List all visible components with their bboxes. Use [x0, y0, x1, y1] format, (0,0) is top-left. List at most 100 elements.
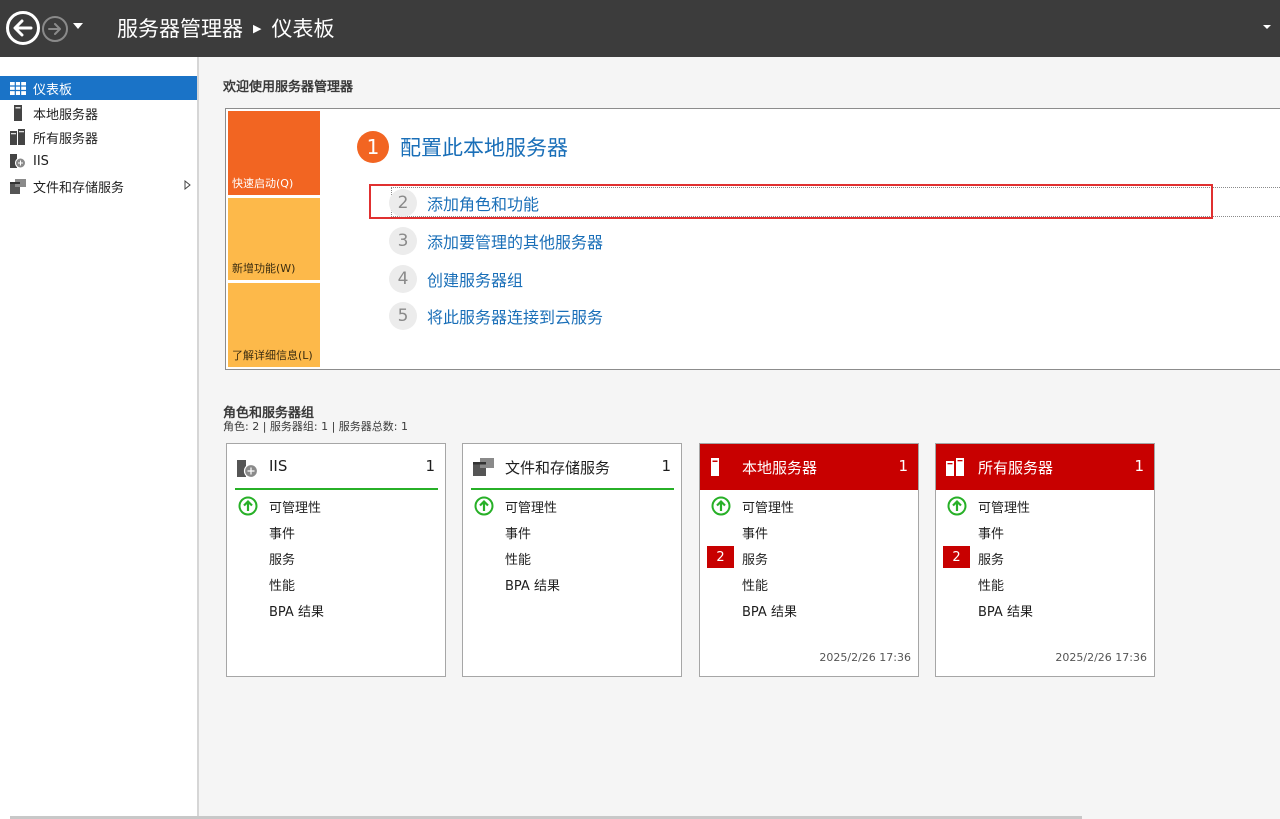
sidebar: 仪表板 本地服务器 所有服务器 IIS 文件和存储服务	[0, 57, 199, 819]
tile-header[interactable]: 所有服务器 1	[936, 444, 1154, 490]
step-connect-cloud[interactable]: 5 将此服务器连接到云服务	[389, 302, 603, 330]
sidebar-item-iis[interactable]: IIS	[0, 149, 197, 173]
tile-row-services[interactable]: 服务	[269, 549, 295, 568]
step-label: 添加要管理的其他服务器	[427, 233, 604, 252]
all-servers-icon	[9, 129, 27, 145]
status-ok-icon	[711, 496, 731, 516]
roles-summary: 角色: 2 | 服务器组: 1 | 服务器总数: 1	[223, 420, 409, 433]
tile-count: 1	[898, 457, 908, 475]
tile-timestamp: 2025/2/26 17:36	[1055, 651, 1147, 664]
breadcrumb-separator-icon: ▶	[253, 21, 262, 35]
sidebar-item-file-storage[interactable]: 文件和存储服务	[0, 174, 197, 198]
tile-row-bpa[interactable]: BPA 结果	[978, 601, 1033, 620]
tile-header[interactable]: 本地服务器 1	[700, 444, 918, 490]
role-tile-file-storage[interactable]: 文件和存储服务 1 可管理性 事件 性能 BPA 结果	[462, 443, 682, 677]
chevron-down-icon[interactable]	[1262, 24, 1272, 30]
step-label: 添加角色和功能	[427, 195, 540, 214]
file-storage-icon	[9, 178, 27, 194]
tile-row-manageability[interactable]: 可管理性	[505, 497, 557, 516]
tile-title: 文件和存储服务	[505, 459, 611, 477]
sidebar-item-label: 本地服务器	[33, 107, 99, 123]
step-label: 配置此本地服务器	[400, 136, 568, 160]
tile-row-events[interactable]: 事件	[742, 523, 768, 542]
step-add-servers[interactable]: 3 添加要管理的其他服务器	[389, 227, 603, 255]
role-tile-all-servers[interactable]: 所有服务器 1 可管理性 事件 2 服务 性能 BPA 结果 2025/2/26…	[935, 443, 1155, 677]
forward-button[interactable]	[42, 16, 68, 42]
all-servers-icon	[946, 458, 964, 476]
tile-count: 1	[425, 457, 435, 475]
step-number: 2	[389, 189, 417, 217]
role-tile-local-server[interactable]: 本地服务器 1 可管理性 事件 2 服务 性能 BPA 结果 2025/2/26…	[699, 443, 919, 677]
sidebar-item-dashboard[interactable]: 仪表板	[0, 76, 197, 100]
tile-timestamp: 2025/2/26 17:36	[819, 651, 911, 664]
sidebar-item-label: 文件和存储服务	[33, 180, 125, 196]
tile-label: 了解详细信息(L)	[232, 349, 313, 362]
iis-icon	[237, 460, 259, 478]
local-server-icon	[9, 105, 27, 121]
tile-row-manageability[interactable]: 可管理性	[742, 497, 794, 516]
tile-row-manageability[interactable]: 可管理性	[978, 497, 1030, 516]
tile-quick-start[interactable]: 快速启动(Q)	[228, 111, 320, 195]
title-bar: 服务器管理器 ▶ 仪表板	[0, 0, 1280, 57]
expand-arrow-icon[interactable]	[184, 180, 191, 190]
tile-title: 所有服务器	[978, 459, 1054, 477]
welcome-panel: 快速启动(Q) 新增功能(W) 了解详细信息(L) 1 配置此本地服务器 2 添…	[225, 108, 1280, 370]
iis-icon	[9, 153, 27, 169]
file-storage-icon	[473, 458, 494, 476]
step-add-roles-features[interactable]: 2 添加角色和功能	[389, 189, 539, 217]
step-configure-local-server[interactable]: 1 配置此本地服务器	[357, 131, 568, 163]
step-number: 4	[389, 265, 417, 293]
role-tile-iis[interactable]: IIS 1 可管理性 事件 服务 性能 BPA 结果	[226, 443, 446, 677]
tile-row-events[interactable]: 事件	[978, 523, 1004, 542]
arrow-right-icon	[48, 23, 61, 35]
error-count-badge[interactable]: 2	[943, 546, 970, 568]
dashboard-icon	[9, 80, 27, 96]
back-button[interactable]	[6, 11, 40, 45]
tile-row-performance[interactable]: 性能	[505, 549, 531, 568]
status-ok-icon	[474, 496, 494, 516]
tile-count: 1	[1134, 457, 1144, 475]
local-server-icon	[711, 458, 719, 476]
tile-label: 快速启动(Q)	[232, 177, 294, 190]
tile-row-performance[interactable]: 性能	[742, 575, 768, 594]
step-number: 5	[389, 302, 417, 330]
welcome-title: 欢迎使用服务器管理器	[223, 80, 354, 95]
sidebar-item-all-servers[interactable]: 所有服务器	[0, 125, 197, 149]
error-count-badge[interactable]: 2	[707, 546, 734, 568]
tile-row-events[interactable]: 事件	[269, 523, 295, 542]
tile-count: 1	[661, 457, 671, 475]
tile-row-events[interactable]: 事件	[505, 523, 531, 542]
tile-header[interactable]: IIS 1	[235, 444, 438, 490]
tile-row-bpa[interactable]: BPA 结果	[742, 601, 797, 620]
tile-learn-more[interactable]: 了解详细信息(L)	[228, 283, 320, 367]
breadcrumb: 服务器管理器 ▶ 仪表板	[117, 13, 334, 43]
step-number: 1	[357, 131, 389, 163]
tile-row-manageability[interactable]: 可管理性	[269, 497, 321, 516]
sidebar-item-label: 所有服务器	[33, 131, 99, 147]
tile-header[interactable]: 文件和存储服务 1	[471, 444, 674, 490]
tile-row-bpa[interactable]: BPA 结果	[505, 575, 560, 594]
tile-row-services[interactable]: 服务	[742, 549, 768, 568]
tile-whats-new[interactable]: 新增功能(W)	[228, 198, 320, 280]
tile-row-performance[interactable]: 性能	[269, 575, 295, 594]
sidebar-item-local-server[interactable]: 本地服务器	[0, 101, 197, 125]
step-create-server-group[interactable]: 4 创建服务器组	[389, 265, 523, 293]
tile-label: 新增功能(W)	[232, 262, 296, 275]
history-dropdown-icon[interactable]	[72, 22, 84, 30]
breadcrumb-page: 仪表板	[271, 17, 335, 41]
tile-title: 本地服务器	[742, 459, 818, 477]
status-ok-icon	[238, 496, 258, 516]
tile-row-performance[interactable]: 性能	[978, 575, 1004, 594]
arrow-left-icon	[13, 19, 33, 37]
tile-row-services[interactable]: 服务	[978, 549, 1004, 568]
step-label: 创建服务器组	[427, 271, 524, 290]
step-number: 3	[389, 227, 417, 255]
step-label: 将此服务器连接到云服务	[427, 308, 604, 327]
tile-row-bpa[interactable]: BPA 结果	[269, 601, 324, 620]
breadcrumb-app[interactable]: 服务器管理器	[117, 13, 243, 43]
sidebar-item-label: 仪表板	[33, 82, 73, 98]
tile-title: IIS	[269, 457, 288, 475]
main-content: 欢迎使用服务器管理器 快速启动(Q) 新增功能(W) 了解详细信息(L) 1 配…	[201, 57, 1280, 819]
status-ok-icon	[947, 496, 967, 516]
sidebar-item-label: IIS	[33, 153, 49, 169]
